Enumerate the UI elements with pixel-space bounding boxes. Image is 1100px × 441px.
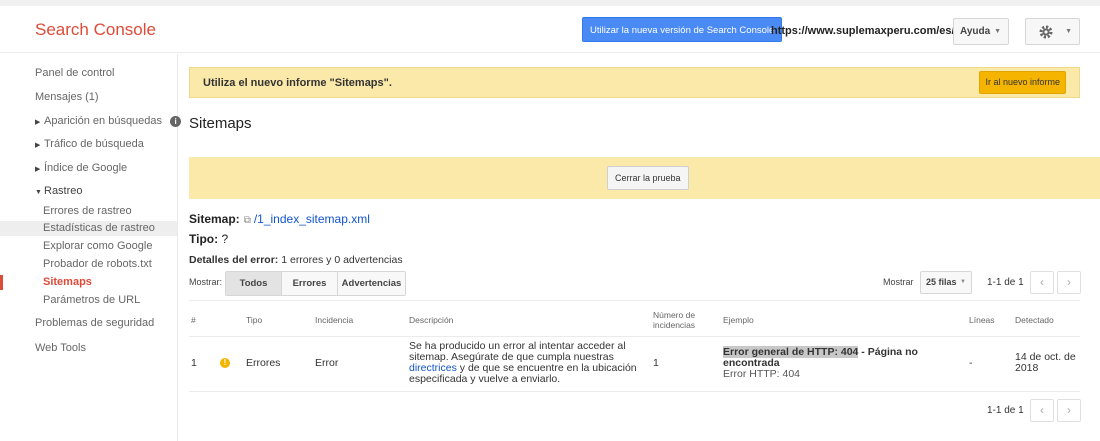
pagination-range-bottom: 1-1 de 1 xyxy=(987,405,1024,416)
rows-label: Mostrar xyxy=(883,277,914,287)
header: Search Console Utilizar la nueva versión… xyxy=(0,6,1100,53)
chevron-down-icon: ▼ xyxy=(960,279,966,285)
help-dropdown[interactable]: Ayuda ▼ xyxy=(953,18,1009,45)
col-incidencia[interactable]: Incidencia xyxy=(315,315,353,325)
row-num: 1 xyxy=(191,357,197,369)
detected-line-2: 2018 xyxy=(1015,362,1039,374)
tab-advertencias[interactable]: Advertencias xyxy=(338,272,405,295)
example-rest: - Página no xyxy=(858,346,918,358)
pagination-range: 1-1 de 1 xyxy=(987,277,1024,288)
info-icon[interactable]: i xyxy=(170,116,182,127)
col-descripcion: Descripción xyxy=(409,315,454,325)
sidebar-subitem-robots-tester[interactable]: Probador de robots.txt xyxy=(43,258,152,270)
sidebar-subitem-url-parameters[interactable]: Parámetros de URL xyxy=(43,294,140,306)
sidebar-item-label: Tráfico de búsqueda xyxy=(44,138,144,150)
sidebar-item-security[interactable]: Problemas de seguridad xyxy=(35,317,154,329)
type-label: Tipo: xyxy=(189,232,219,246)
external-link-icon[interactable]: ⧉ xyxy=(244,215,251,226)
error-details: Detalles del error: 1 errores y 0 advert… xyxy=(189,254,403,266)
sidebar-item-messages[interactable]: Mensajes (1) xyxy=(35,91,99,103)
row-incidencia: Error xyxy=(315,357,339,369)
sitemap-label: Sitemap: xyxy=(189,212,240,226)
next-page-button[interactable]: › xyxy=(1057,271,1081,294)
desc-line-4: especificada y vuelve a enviarlo. xyxy=(409,373,561,385)
type-value: ? xyxy=(221,232,229,246)
sitemap-link[interactable]: /1_index_sitemap.xml xyxy=(254,212,370,226)
chevron-right-icon: ▶ xyxy=(35,119,41,126)
warning-icon: ! xyxy=(220,358,230,368)
prev-page-button-bottom[interactable]: ‹ xyxy=(1030,399,1054,422)
chevron-down-icon: ▼ xyxy=(35,189,42,196)
chevron-right-icon: ▶ xyxy=(35,166,41,173)
col-detectado[interactable]: Detectado xyxy=(1015,315,1054,325)
sidebar-item-crawl[interactable]: ▼ Rastreo xyxy=(35,185,83,197)
help-label: Ayuda xyxy=(960,26,991,37)
go-to-new-report-button[interactable]: Ir al nuevo informe xyxy=(979,71,1066,94)
active-indicator xyxy=(0,275,3,290)
gear-icon xyxy=(1039,25,1053,39)
sidebar-subitem-crawl-stats[interactable]: Estadísticas de rastreo xyxy=(43,222,155,234)
col-tipo[interactable]: Tipo xyxy=(246,315,262,325)
col-count[interactable]: Número de incidencias xyxy=(653,310,695,330)
chevron-right-icon: ▶ xyxy=(35,142,41,149)
sidebar-item-label: Aparición en búsquedas xyxy=(44,115,163,127)
row-example: Error general de HTTP: 404 - Página no e… xyxy=(723,346,963,380)
sidebar-subitem-fetch-as-google[interactable]: Explorar como Google xyxy=(43,240,152,252)
col-num: # xyxy=(191,315,196,325)
row-lines: - xyxy=(969,357,973,369)
row-divider xyxy=(189,391,1080,392)
site-selector[interactable]: https://www.suplemaxperu.com/es/ xyxy=(771,25,955,37)
details-label: Detalles del error: xyxy=(189,254,279,266)
col-lineas[interactable]: Líneas xyxy=(969,315,995,325)
sidebar-item-web-tools[interactable]: Web Tools xyxy=(35,342,86,354)
tab-errores[interactable]: Errores xyxy=(282,272,338,295)
sitemap-line: Sitemap: ⧉/1_index_sitemap.xml xyxy=(189,212,370,226)
row-detected: 14 de oct. de 2018 xyxy=(1015,352,1076,374)
banner-text: Utiliza el nuevo informe "Sitemaps". xyxy=(203,77,392,89)
sidebar-subitem-sitemaps[interactable]: Sitemaps xyxy=(43,276,92,288)
prev-page-button[interactable]: ‹ xyxy=(1030,271,1054,294)
rows-value: 25 filas xyxy=(926,277,957,287)
tab-todos[interactable]: Todos xyxy=(226,272,282,295)
sidebar-item-search-appearance[interactable]: ▶ Aparición en búsquedas i xyxy=(35,115,182,127)
col-ejemplo: Ejemplo xyxy=(723,315,754,325)
close-test-button[interactable]: Cerrar la prueba xyxy=(607,166,689,190)
example-sub: Error HTTP: 404 xyxy=(723,368,801,380)
chevron-down-icon: ▼ xyxy=(1065,28,1072,35)
type-line: Tipo: ? xyxy=(189,232,228,246)
details-value: 1 errores y 0 advertencias xyxy=(281,254,403,266)
sidebar-item-panel[interactable]: Panel de control xyxy=(35,67,115,79)
next-page-button-bottom[interactable]: › xyxy=(1057,399,1081,422)
chevron-down-icon: ▼ xyxy=(994,28,1001,35)
row-tipo: Errores xyxy=(246,357,281,369)
sidebar-item-search-traffic[interactable]: ▶ Tráfico de búsqueda xyxy=(35,138,144,150)
sidebar-item-label: Rastreo xyxy=(44,185,83,197)
rows-per-page-select[interactable]: 25 filas ▼ xyxy=(920,271,972,294)
test-banner: Cerrar la prueba xyxy=(189,157,1100,199)
row-description: Se ha producido un error al intentar acc… xyxy=(409,341,644,385)
show-label: Mostrar: xyxy=(189,277,223,287)
row-count: 1 xyxy=(653,357,659,369)
sidebar-subitem-crawl-errors[interactable]: Errores de rastreo xyxy=(43,205,132,217)
sidebar: Panel de control Mensajes (1) ▶ Aparición… xyxy=(0,54,182,441)
page-title: Sitemaps xyxy=(189,115,252,132)
col-count-line1: Número de xyxy=(653,310,696,320)
sidebar-item-label: Índice de Google xyxy=(44,162,128,174)
sidebar-item-google-index[interactable]: ▶ Índice de Google xyxy=(35,162,127,174)
settings-button[interactable]: ▼ xyxy=(1025,18,1080,45)
col-count-line2: incidencias xyxy=(653,320,696,330)
new-version-button[interactable]: Utilizar la nueva versión de Search Cons… xyxy=(582,17,783,42)
app-logo[interactable]: Search Console xyxy=(35,20,156,40)
new-report-banner: Utiliza el nuevo informe "Sitemaps". Ir … xyxy=(189,67,1080,98)
filter-tabs: Todos Errores Advertencias xyxy=(225,271,406,296)
